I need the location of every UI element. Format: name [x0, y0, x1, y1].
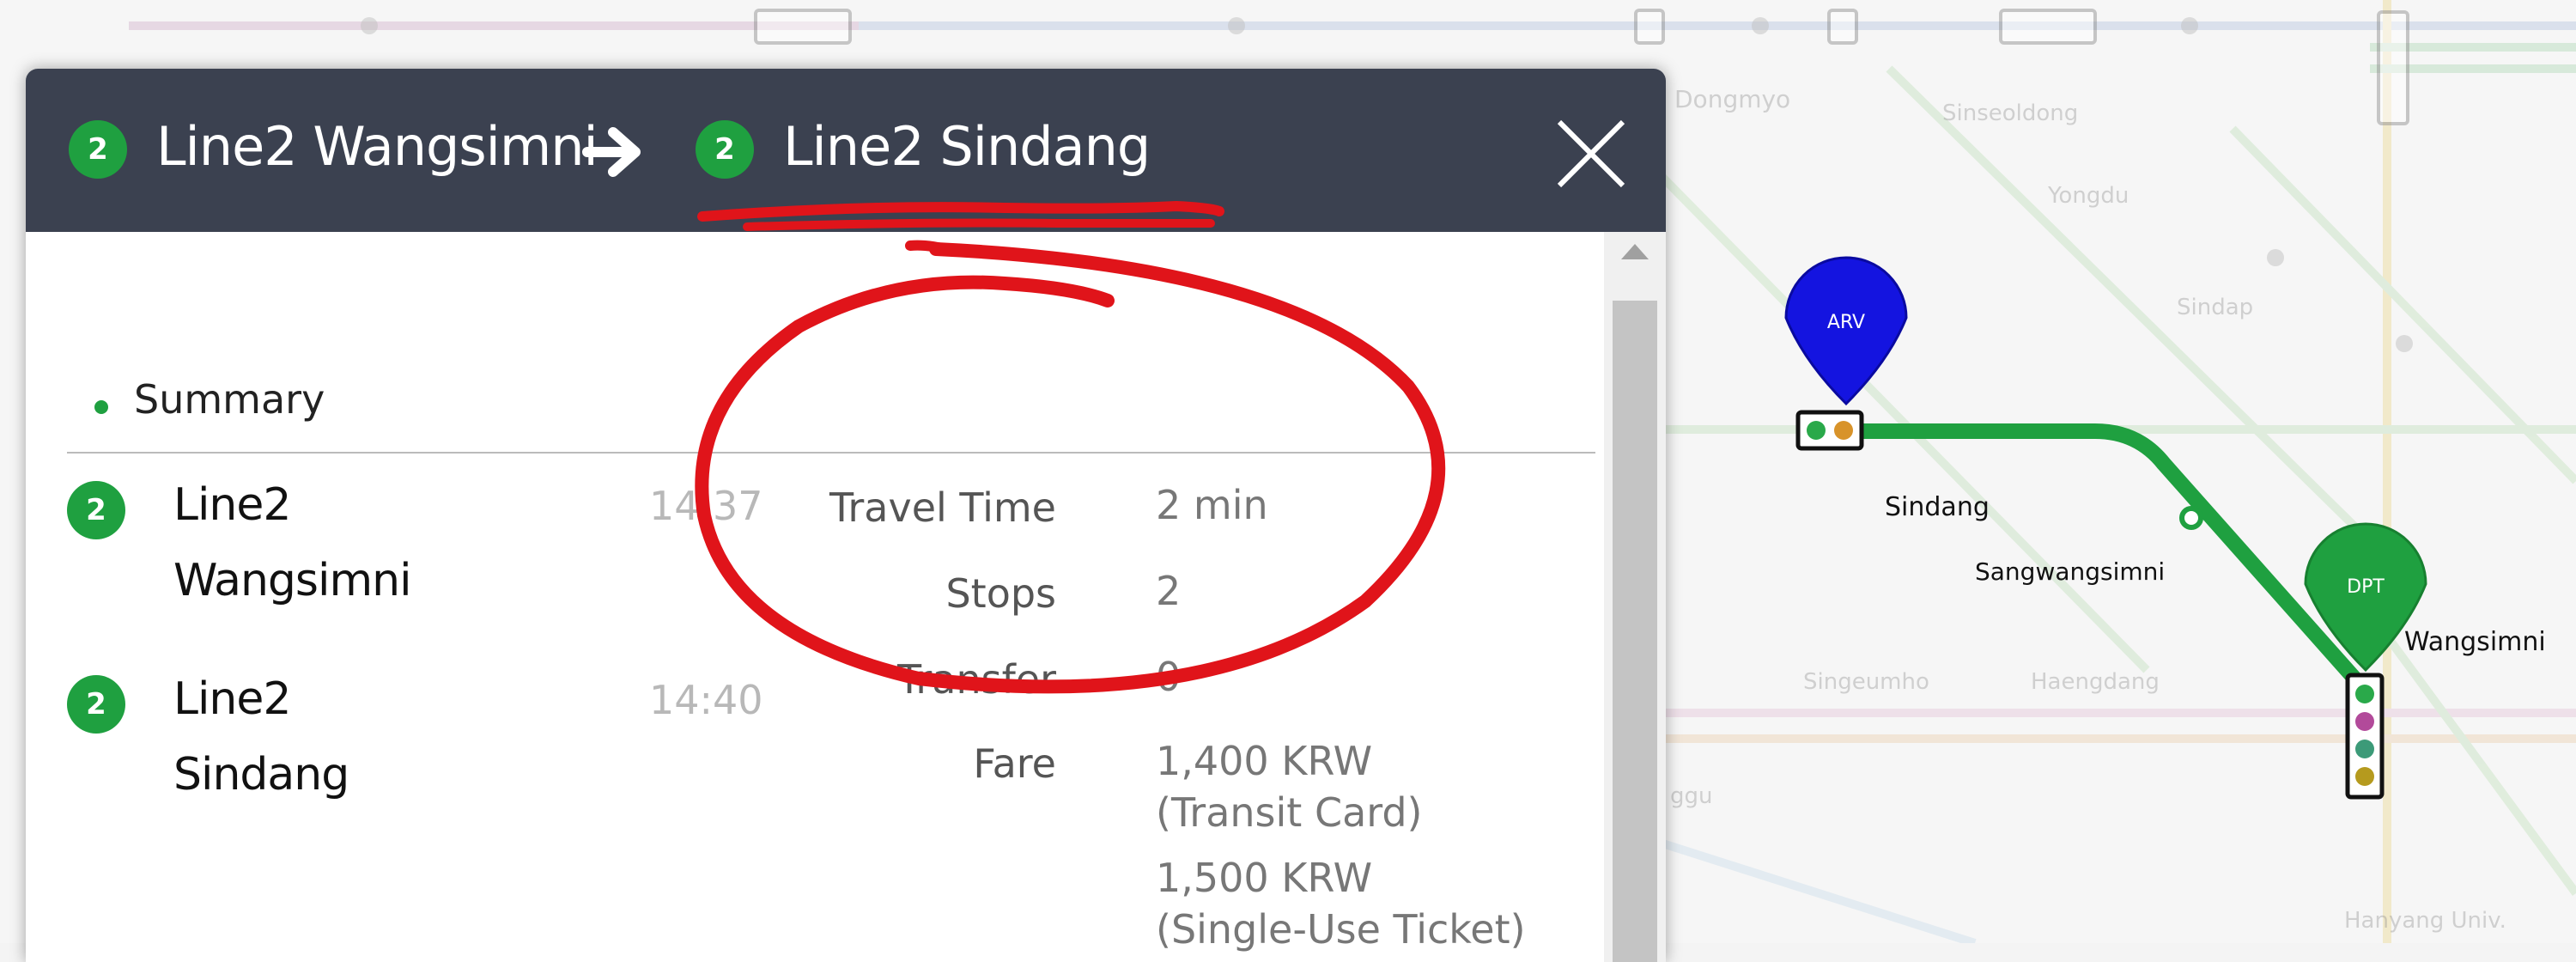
map-label-partial[interactable]: ggu: [1670, 783, 1713, 809]
origin-line-badge: 2: [69, 120, 127, 179]
summary-heading: Summary: [134, 376, 325, 423]
stop-station-name: Wangsimni: [173, 555, 412, 606]
map-label-wangsimni[interactable]: Wangsimni: [2404, 627, 2546, 657]
stops-value: 2: [1156, 568, 1182, 614]
fare-transit-card-note: (Transit Card): [1156, 789, 1423, 836]
origin-station-title: Line2 Wangsimni: [156, 115, 598, 178]
scroll-thumb[interactable]: [1613, 301, 1657, 962]
stop-station-name: Sindang: [173, 749, 349, 801]
sindang-station-marker[interactable]: [1795, 410, 1864, 451]
sangwangsimni-station-dot[interactable]: [2179, 506, 2203, 530]
stop-time: 14:37: [649, 483, 763, 529]
departure-pin-label: DPT: [2347, 576, 2385, 598]
map-label-haengdang[interactable]: Haengdang: [2031, 669, 2160, 695]
stop-line-name: Line2: [173, 479, 291, 531]
stop-line-name: Line2: [173, 673, 291, 725]
travel-time-label: Travel Time: [829, 484, 1056, 531]
transfer-label: Transfer: [897, 656, 1056, 703]
route-summary-popup: 2 Line2 Wangsimni 2 Line2 Sindang Summar…: [26, 69, 1666, 962]
transfer-value: 0: [1156, 654, 1182, 700]
stop-time: 14:40: [649, 677, 763, 723]
stop-line-badge: 2: [67, 675, 125, 734]
popup-header: 2 Line2 Wangsimni 2 Line2 Sindang: [26, 69, 1666, 232]
stop-line-badge: 2: [67, 481, 125, 539]
wangsimni-station-marker[interactable]: [2345, 673, 2385, 800]
map-label-sinseoldong[interactable]: Sinseoldong: [1942, 100, 2078, 126]
summary-divider: [67, 452, 1595, 454]
fare-transit-card-value: 1,400 KRW: [1156, 738, 1373, 784]
travel-time-value: 2 min: [1156, 482, 1268, 528]
arrow-right-icon: [582, 127, 641, 177]
fare-label: Fare: [973, 740, 1056, 787]
stops-label: Stops: [945, 570, 1056, 617]
map-label-dongmyo[interactable]: Dongmyo: [1674, 85, 1790, 113]
map-label-yongdu[interactable]: Yongdu: [2047, 183, 2129, 209]
map-label-sindap[interactable]: Sindap: [2177, 295, 2253, 320]
summary-bullet: [94, 400, 108, 414]
popup-body: Summary 2 Line2 Wangsimni 14:37 2 Line2 …: [26, 232, 1666, 962]
fare-single-ticket-value: 1,500 KRW: [1156, 855, 1373, 901]
map-label-sangwangsimni[interactable]: Sangwangsimni: [1975, 557, 2165, 586]
fare-single-ticket-note: (Single-Use Ticket): [1156, 906, 1526, 953]
map-label-hanyang-univ[interactable]: Hanyang Univ.: [2344, 908, 2506, 934]
map-label-sindang[interactable]: Sindang: [1885, 492, 1990, 522]
close-icon[interactable]: [1552, 115, 1630, 192]
vertical-scrollbar[interactable]: [1604, 232, 1666, 962]
scroll-up-arrow-icon[interactable]: [1621, 244, 1649, 259]
destination-line-badge: 2: [696, 120, 754, 179]
arrival-pin-label: ARV: [1827, 312, 1865, 333]
map-label-singeumho[interactable]: Singeumho: [1803, 669, 1929, 695]
destination-station-title: Line2 Sindang: [783, 115, 1151, 178]
